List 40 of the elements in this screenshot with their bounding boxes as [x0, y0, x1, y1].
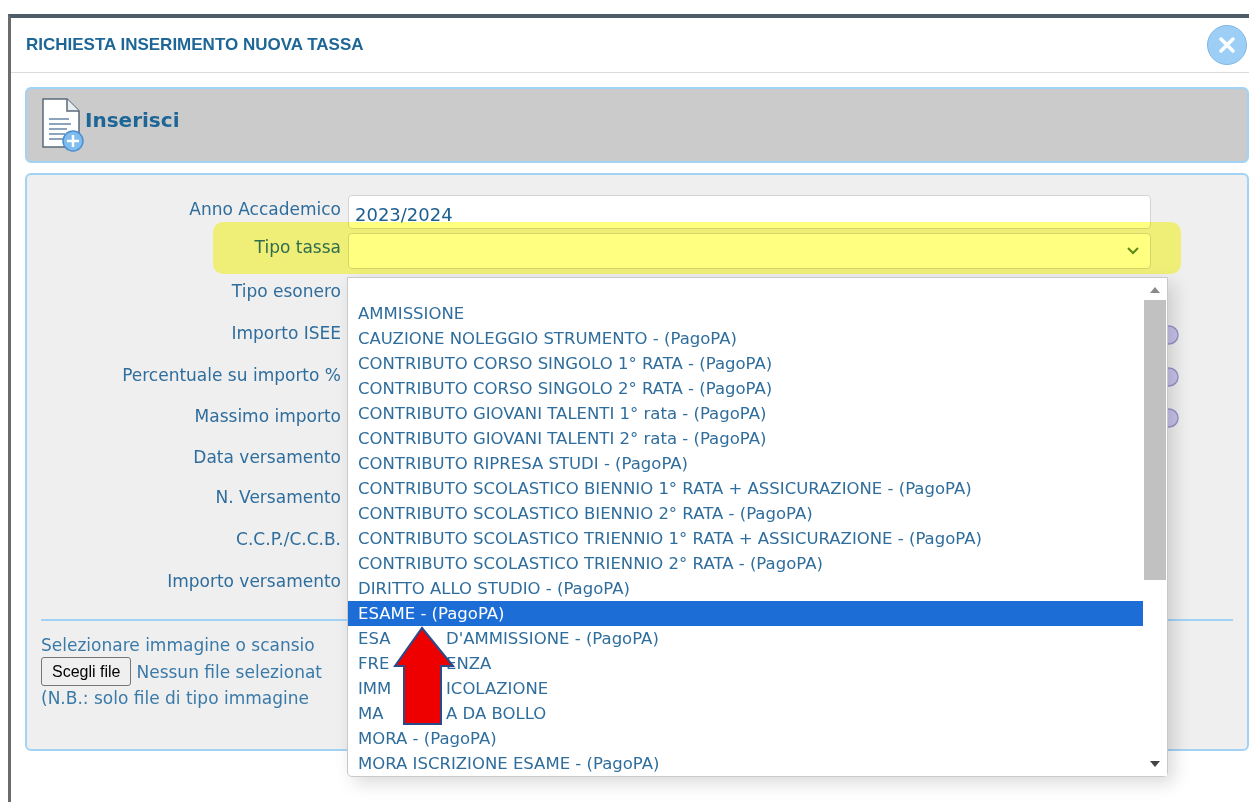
dropdown-option[interactable]: CONTRIBUTO SCOLASTICO TRIENNIO 1° RATA + ASSICURAZIONE - (PagoPA) [348, 526, 1143, 551]
dropdown-option[interactable]: CAUZIONE NOLEGGIO STRUMENTO - (PagoPA) [348, 326, 1143, 351]
field-label: Percentuale su importo % [121, 364, 341, 385]
close-button[interactable] [1207, 25, 1247, 65]
dropdown-option[interactable]: ESA D'AMMISSIONE - (PagoPA) [348, 626, 1143, 651]
dropdown-option[interactable]: MORA - (PagoPA) [348, 726, 1143, 751]
dropdown-option[interactable]: CONTRIBUTO GIOVANI TALENTI 2° rata - (PagoPA) [348, 426, 1143, 451]
dropdown-option[interactable]: CONTRIBUTO CORSO SINGOLO 1° RATA - (PagoPA) [348, 351, 1143, 376]
dropdown-option[interactable]: CONTRIBUTO SCOLASTICO BIENNIO 2° RATA - (PagoPA) [348, 501, 1143, 526]
scrollbar[interactable] [1143, 278, 1167, 776]
scroll-up-icon[interactable] [1149, 286, 1161, 294]
scroll-down-icon[interactable] [1149, 760, 1161, 768]
field-label: Massimo importo [193, 405, 341, 426]
document-add-icon [41, 97, 85, 153]
dropdown-option[interactable]: CONTRIBUTO SCOLASTICO BIENNIO 1° RATA + ASSICURAZIONE - (PagoPA) [348, 476, 1143, 501]
close-icon [1218, 36, 1236, 54]
file-type-note: (N.B.: solo file di tipo immagine [41, 688, 309, 708]
field-label: Tipo tassa [253, 236, 341, 257]
dropdown-option[interactable]: CONTRIBUTO CORSO SINGOLO 2° RATA - (PagoPA) [348, 376, 1143, 401]
file-status: Nessun file selezionat [136, 661, 323, 682]
field-label: Importo ISEE [230, 322, 341, 343]
field-label: C.C.P./C.C.B. [235, 528, 341, 549]
upload-prompt: Selezionare immagine o scansio [41, 635, 315, 655]
field-label: Tipo esonero [230, 280, 341, 301]
field-label: Anno Accademico [188, 198, 341, 219]
dropdown-option[interactable]: CONTRIBUTO SCOLASTICO TRIENNIO 2° RATA - (PagoPA) [348, 551, 1143, 576]
field-label: Data versamento [192, 446, 341, 467]
section-title: Inserisci [85, 108, 180, 132]
dropdown-option[interactable]: IMM ICOLAZIONE [348, 676, 1143, 701]
dropdown-option[interactable]: MORA ISCRIZIONE ESAME - (PagoPA) [348, 751, 1143, 776]
field-label: Importo versamento [166, 570, 341, 591]
dropdown-option[interactable]: DIRITTO ALLO STUDIO - (PagoPA) [348, 576, 1143, 601]
dialog-title: RICHIESTA INSERIMENTO NUOVA TASSA [26, 35, 364, 55]
dropdown-option[interactable]: CONTRIBUTO GIOVANI TALENTI 1° rata - (PagoPA) [348, 401, 1143, 426]
dropdown-option[interactable]: AMMISSIONE [348, 301, 1143, 326]
field-label: N. Versamento [214, 486, 341, 507]
dropdown-option[interactable]: ESAME - (PagoPA) [348, 601, 1143, 626]
dropdown-option[interactable]: MA A DA BOLLO [348, 701, 1143, 726]
dropdown-option[interactable]: CONTRIBUTO RIPRESA STUDI - (PagoPA) [348, 451, 1143, 476]
choose-file-button[interactable]: Scegli file [41, 657, 132, 686]
